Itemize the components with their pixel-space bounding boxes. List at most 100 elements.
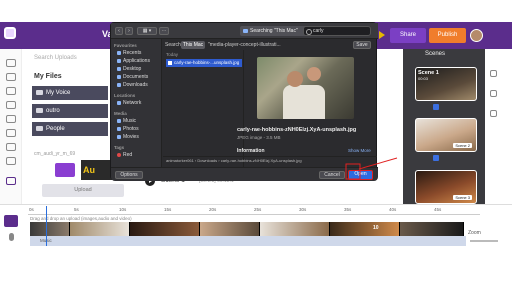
trash-icon[interactable]: [490, 110, 497, 117]
show-more-link[interactable]: Show More: [348, 148, 371, 153]
scene-card[interactable]: Scene 3: [415, 170, 477, 204]
scene-card[interactable]: Scene 2: [415, 118, 477, 152]
ruler-label: 5s: [74, 207, 79, 212]
scene-settings-icon[interactable]: [433, 104, 439, 110]
ruler-label: 35s: [344, 207, 352, 212]
ruler-label: 20s: [209, 207, 217, 212]
scene-settings-icon[interactable]: [433, 155, 439, 161]
preview-play-icon[interactable]: [379, 31, 385, 39]
scene-tag: Scene 3: [453, 195, 472, 200]
search-uploads-input[interactable]: Search Uploads: [34, 55, 77, 61]
duplicate-icon[interactable]: [490, 90, 497, 97]
app-root: Va Share Publish Search Uploads My Files…: [0, 0, 512, 288]
image-icon[interactable]: [6, 101, 16, 109]
scenes-title: Scenes: [425, 51, 446, 57]
scene-card[interactable]: Scene 1 00:03: [415, 67, 477, 101]
preview-shape: [283, 85, 325, 119]
media-thumbnail[interactable]: Au: [81, 160, 113, 180]
preview-shape: [307, 67, 321, 81]
dialog-footer: Options Cancel Open: [111, 167, 378, 181]
add-scene-icon[interactable]: [490, 70, 497, 77]
dialog-sidebar: Favourites Recents Applications Desktop …: [111, 39, 162, 167]
sidebar-item[interactable]: Downloads: [117, 82, 148, 88]
sidebar-item[interactable]: Network: [117, 100, 141, 106]
microphone-icon[interactable]: [9, 233, 14, 241]
dialog-search-input[interactable]: carly: [303, 26, 371, 36]
track-clip[interactable]: [130, 222, 200, 236]
media-icon[interactable]: [6, 59, 16, 67]
sidebar-item[interactable]: Movies: [117, 134, 139, 140]
track-clip[interactable]: [200, 222, 260, 236]
sidebar-item[interactable]: Red: [117, 152, 132, 158]
annotation-arrow: [345, 157, 398, 180]
scene-tag: Scene 2: [453, 143, 472, 148]
playhead[interactable]: [46, 206, 47, 246]
sidebar-heading: Tags: [114, 145, 125, 150]
zoom-slider[interactable]: [470, 240, 498, 242]
publish-button[interactable]: Publish: [429, 28, 466, 43]
ruler-label: 45s: [434, 207, 442, 212]
text-icon[interactable]: [6, 73, 16, 81]
record-icon[interactable]: [6, 157, 16, 165]
share-button[interactable]: Share: [390, 28, 426, 43]
preview-filename: carly-rae-hobbins-zNH0Elzj.XyA-unsplash.…: [237, 127, 357, 133]
ruler-label: 0s: [29, 207, 34, 212]
scope-folder-button[interactable]: "media-player-concept-illustrati...: [208, 42, 281, 48]
zoom-label: Zoom: [468, 230, 481, 236]
upload-icon[interactable]: [6, 177, 16, 185]
ruler-label: 30s: [299, 207, 307, 212]
ruler-label: 10s: [119, 207, 127, 212]
sidebar-heading: Locations: [114, 93, 136, 98]
track-clip[interactable]: [70, 222, 130, 236]
information-heading: Information: [237, 148, 265, 154]
shape-icon[interactable]: [6, 129, 16, 137]
list-group-heading: Today: [166, 52, 179, 57]
group-icon[interactable]: ⋯: [159, 27, 169, 35]
video-icon[interactable]: [6, 115, 16, 123]
sidebar-item[interactable]: Recents: [117, 50, 141, 56]
track-marker-number: 10: [373, 225, 379, 231]
sidebar-heading: Media: [114, 111, 127, 116]
scene-duration: 00:03: [418, 76, 429, 81]
scope-this-mac-button[interactable]: This Mac: [181, 41, 205, 49]
search-scope-label: Search:: [165, 42, 183, 48]
sidebar-item[interactable]: Photos: [117, 126, 139, 132]
layout-icon[interactable]: [6, 87, 16, 95]
preview-shape: [287, 71, 303, 87]
video-track[interactable]: [30, 222, 464, 236]
sidebar-item[interactable]: Music: [117, 118, 136, 124]
track-clip[interactable]: [330, 222, 400, 236]
annotation-box: [345, 163, 361, 180]
ruler-label: 25s: [254, 207, 262, 212]
track-clip[interactable]: [260, 222, 330, 236]
sidebar-item[interactable]: Desktop: [117, 66, 141, 72]
sidebar-item[interactable]: Documents: [117, 74, 148, 80]
preview-file-kind: JPEG image - 3.5 MB: [237, 135, 281, 140]
file-open-dialog: ‹ › ▦ ▾ ⋯ Searching "This Mac" carly Fav…: [110, 22, 378, 181]
cancel-button[interactable]: Cancel: [319, 171, 345, 179]
timeline-toggle-button[interactable]: [4, 215, 18, 227]
my-files-heading: My Files: [34, 73, 62, 80]
avatar[interactable]: [470, 29, 483, 42]
upload-button[interactable]: Upload: [42, 184, 124, 197]
ruler-label: 40s: [389, 207, 397, 212]
save-search-button[interactable]: Save: [353, 41, 371, 49]
folder-item[interactable]: My Voice: [32, 86, 108, 100]
folder-item[interactable]: People: [32, 122, 108, 136]
file-preview-image: [257, 57, 354, 119]
upload-caption: cm_audi_yr_m_69: [34, 151, 76, 157]
folder-item[interactable]: outro: [32, 104, 108, 118]
track-clip[interactable]: [400, 222, 464, 236]
back-icon[interactable]: ‹: [115, 27, 123, 35]
annotation-line: [358, 157, 398, 170]
view-mode-icon[interactable]: ▦ ▾: [137, 27, 157, 35]
music-icon[interactable]: [6, 143, 16, 151]
media-thumbnail[interactable]: [55, 163, 75, 177]
app-logo[interactable]: [4, 27, 16, 39]
sidebar-item[interactable]: Applications: [117, 58, 150, 64]
audio-track[interactable]: [30, 236, 466, 246]
forward-icon[interactable]: ›: [125, 27, 133, 35]
file-row-selected[interactable]: carly-rae-hobbins-...unsplash.jpg: [166, 59, 242, 67]
track-clip[interactable]: [30, 222, 70, 236]
options-button[interactable]: Options: [115, 171, 143, 179]
